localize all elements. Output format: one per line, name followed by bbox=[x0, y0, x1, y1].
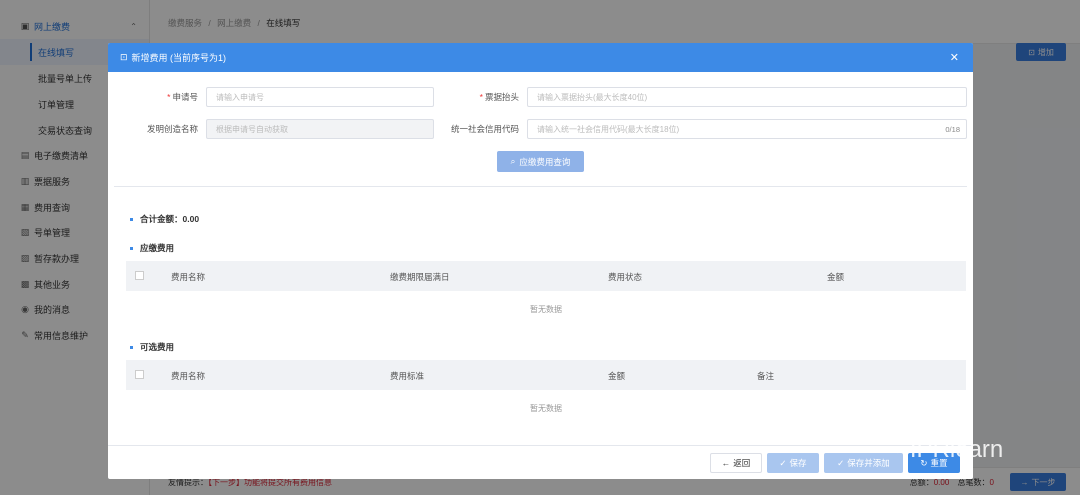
watermark-text: IPRlearn bbox=[909, 436, 1004, 463]
invention-name-input: 根据申请号自动获取 bbox=[206, 119, 434, 139]
close-icon[interactable]: ✕ bbox=[950, 51, 959, 64]
invention-name-placeholder: 根据申请号自动获取 bbox=[216, 124, 288, 134]
back-button-label: 返回 bbox=[733, 458, 751, 468]
invoice-title-label: * 票据抬头 bbox=[479, 92, 519, 102]
optional-fees-table: 费用名称 费用标准 金额 备注 暂无数据 bbox=[126, 360, 966, 426]
column-header: 费用名称 bbox=[171, 272, 206, 282]
modal-title: 新增费用 (当前序号为1) bbox=[131, 53, 227, 63]
save-and-add-button-label: 保存并添加 bbox=[847, 458, 890, 468]
application-no-placeholder: 请输入申请号 bbox=[216, 92, 264, 102]
column-header: 金额 bbox=[827, 272, 845, 282]
due-fees-title: 应缴费用 bbox=[130, 242, 174, 254]
save-and-add-button[interactable]: ✓ 保存并添加 bbox=[824, 453, 903, 473]
credit-code-input[interactable]: 请输入统一社会信用代码(最大长度18位) 0/18 bbox=[527, 119, 967, 139]
folder-icon: ⊡ bbox=[120, 52, 128, 62]
credit-code-placeholder: 请输入统一社会信用代码(最大长度18位) bbox=[537, 124, 680, 134]
due-fees-table: 费用名称 缴费期限届满日 费用状态 金额 暂无数据 bbox=[126, 261, 966, 327]
application-no-label: * 申请号 bbox=[167, 92, 198, 102]
invention-name-row: 发明创造名称 根据申请号自动获取 bbox=[116, 119, 434, 139]
select-all-checkbox[interactable] bbox=[135, 370, 144, 379]
column-header: 缴费期限届满日 bbox=[390, 272, 450, 282]
column-header: 费用名称 bbox=[171, 371, 206, 381]
column-header: 费用状态 bbox=[608, 272, 643, 282]
invention-name-label: 发明创造名称 bbox=[146, 124, 198, 134]
check-icon: ✓ bbox=[837, 457, 845, 468]
empty-state: 暂无数据 bbox=[530, 403, 562, 413]
invoice-title-row: * 票据抬头 请输入票据抬头(最大长度40位) bbox=[437, 87, 967, 107]
search-icon: ⌕ bbox=[510, 156, 516, 166]
due-fees-header: 费用名称 缴费期限届满日 费用状态 金额 bbox=[126, 261, 966, 291]
invoice-title-placeholder: 请输入票据抬头(最大长度40位) bbox=[537, 92, 648, 102]
save-button[interactable]: ✓ 保存 bbox=[767, 453, 819, 473]
column-header: 备注 bbox=[757, 371, 775, 381]
invoice-title-input[interactable]: 请输入票据抬头(最大长度40位) bbox=[527, 87, 967, 107]
application-no-row: * 申请号 请输入申请号 bbox=[116, 87, 434, 107]
modal-footer: ← 返回 ✓ 保存 ✓ 保存并添加 ↻ 重置 bbox=[108, 445, 973, 479]
optional-fees-title: 可选费用 bbox=[130, 341, 174, 353]
empty-state: 暂无数据 bbox=[530, 304, 562, 314]
fee-query-button-label: 应缴费用查询 bbox=[519, 156, 571, 167]
credit-code-counter: 0/18 bbox=[945, 124, 960, 134]
modal-header: ⊡ 新增费用 (当前序号为1) bbox=[108, 43, 973, 72]
divider bbox=[114, 186, 967, 187]
wechat-icon: ◔ bbox=[895, 439, 906, 460]
credit-code-label: 统一社会信用代码 bbox=[450, 124, 519, 134]
back-button[interactable]: ← 返回 bbox=[710, 453, 762, 473]
credit-code-row: 统一社会信用代码 请输入统一社会信用代码(最大长度18位) 0/18 bbox=[437, 119, 967, 139]
save-button-label: 保存 bbox=[789, 458, 807, 468]
watermark: ◔ IPRlearn bbox=[895, 436, 1003, 464]
select-all-checkbox[interactable] bbox=[135, 271, 144, 280]
column-header: 费用标准 bbox=[390, 371, 425, 381]
fee-query-button[interactable]: ⌕ 应缴费用查询 bbox=[497, 151, 584, 172]
check-icon: ✓ bbox=[779, 457, 787, 468]
total-amount: 合计金额：0.00 bbox=[130, 213, 199, 225]
add-fee-modal: ⊡ 新增费用 (当前序号为1) ✕ * 申请号 请输入申请号 * 票据抬头 请输入票… bbox=[108, 43, 973, 479]
column-header: 金额 bbox=[608, 371, 626, 381]
application-no-input[interactable]: 请输入申请号 bbox=[206, 87, 434, 107]
optional-fees-header: 费用名称 费用标准 金额 备注 bbox=[126, 360, 966, 390]
arrow-left-icon: ← bbox=[721, 458, 731, 468]
